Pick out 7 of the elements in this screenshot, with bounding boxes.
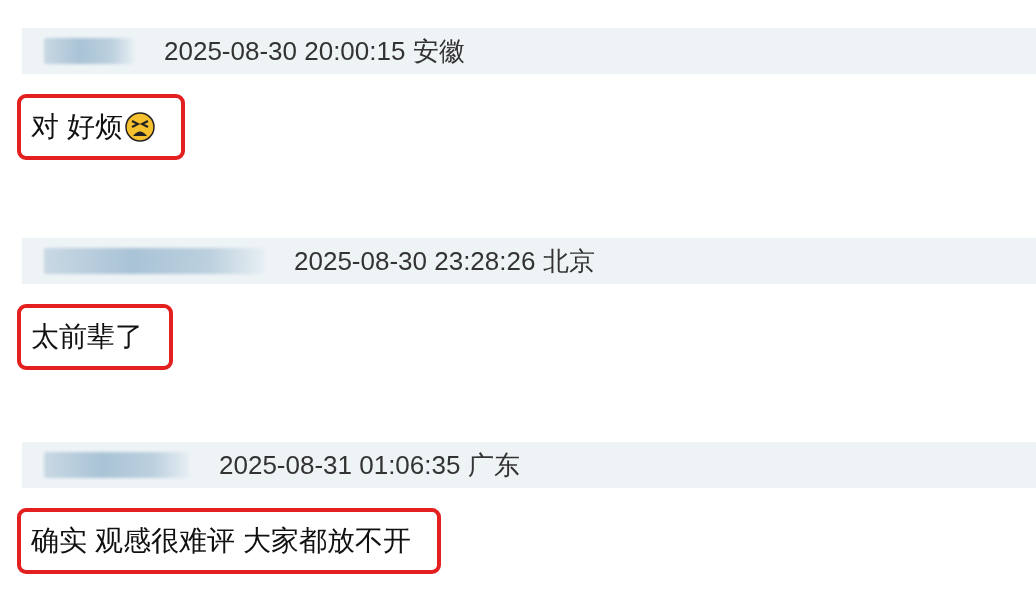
comment-meta: 2025-08-30 23:28:26 北京 bbox=[294, 244, 595, 278]
comment-text: 确实 观感很难评 大家都放不开 bbox=[31, 524, 411, 558]
comment-text: 对 好烦 bbox=[31, 110, 123, 144]
tired-face-icon bbox=[124, 112, 155, 142]
comment-meta: 2025-08-30 20:00:15 安徽 bbox=[164, 34, 465, 68]
comment-text: 太前辈了 bbox=[31, 320, 143, 354]
comment-meta: 2025-08-31 01:06:35 广东 bbox=[219, 448, 520, 482]
